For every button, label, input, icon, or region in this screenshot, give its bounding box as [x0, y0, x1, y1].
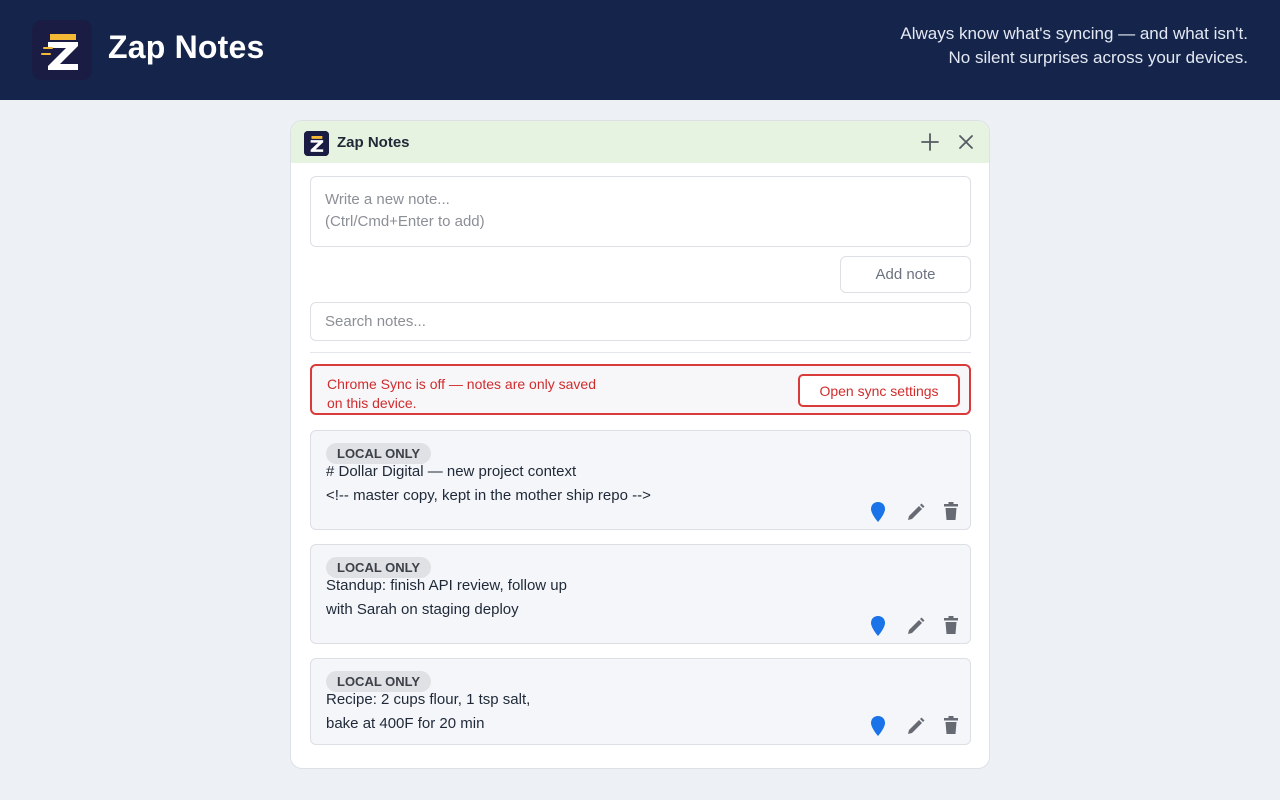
notes-panel: Zap Notes Add note Chrome Sync is off — …: [290, 120, 990, 769]
pin-icon: [871, 716, 885, 736]
app-tagline: Always know what's syncing — and what is…: [900, 22, 1248, 70]
delete-button[interactable]: [941, 615, 961, 637]
app-header: Zap Notes Always know what's syncing — a…: [0, 0, 1280, 100]
delete-button[interactable]: [941, 715, 961, 737]
pin-icon: [871, 616, 885, 636]
new-note-button[interactable]: [919, 131, 941, 153]
edit-icon: [908, 717, 925, 734]
close-button[interactable]: [955, 131, 977, 153]
delete-icon: [944, 502, 958, 520]
tagline-line-1: Always know what's syncing — and what is…: [900, 24, 1248, 43]
tagline-line-2: No silent surprises across your devices.: [948, 48, 1248, 67]
sync-warning-banner: Chrome Sync is off — notes are only save…: [310, 364, 971, 415]
delete-icon: [944, 616, 958, 634]
pin-icon: [871, 502, 885, 522]
panel-logo-icon: [304, 131, 329, 156]
add-note-button[interactable]: Add note: [840, 256, 971, 293]
note-text: Standup: finish API review, follow up wi…: [326, 577, 567, 618]
search-input[interactable]: [310, 302, 971, 341]
open-sync-settings-button[interactable]: Open sync settings: [798, 374, 960, 407]
note-text: # Dollar Digital — new project context <…: [326, 463, 651, 504]
app-logo-icon: [32, 20, 92, 80]
edit-icon: [908, 617, 925, 634]
note-card[interactable]: LOCAL ONLY Standup: finish API review, f…: [310, 544, 971, 644]
edit-icon: [908, 503, 925, 520]
delete-icon: [944, 716, 958, 734]
plus-icon: [921, 133, 939, 151]
close-icon: [959, 135, 973, 149]
new-note-input[interactable]: [310, 176, 971, 247]
panel-header: Zap Notes: [291, 121, 989, 163]
delete-button[interactable]: [941, 501, 961, 523]
pin-button[interactable]: [868, 715, 888, 737]
panel-title: Zap Notes: [337, 134, 410, 151]
pin-button[interactable]: [868, 615, 888, 637]
note-card[interactable]: LOCAL ONLY # Dollar Digital — new projec…: [310, 430, 971, 530]
note-card[interactable]: LOCAL ONLY Recipe: 2 cups flour, 1 tsp s…: [310, 658, 971, 745]
edit-button[interactable]: [905, 501, 925, 523]
divider: [310, 352, 971, 353]
sync-warning-text: Chrome Sync is off — notes are only save…: [327, 376, 596, 411]
edit-button[interactable]: [905, 715, 925, 737]
pin-button[interactable]: [868, 501, 888, 523]
edit-button[interactable]: [905, 615, 925, 637]
note-text: Recipe: 2 cups flour, 1 tsp salt, bake a…: [326, 691, 531, 732]
app-title: Zap Notes: [108, 29, 265, 65]
